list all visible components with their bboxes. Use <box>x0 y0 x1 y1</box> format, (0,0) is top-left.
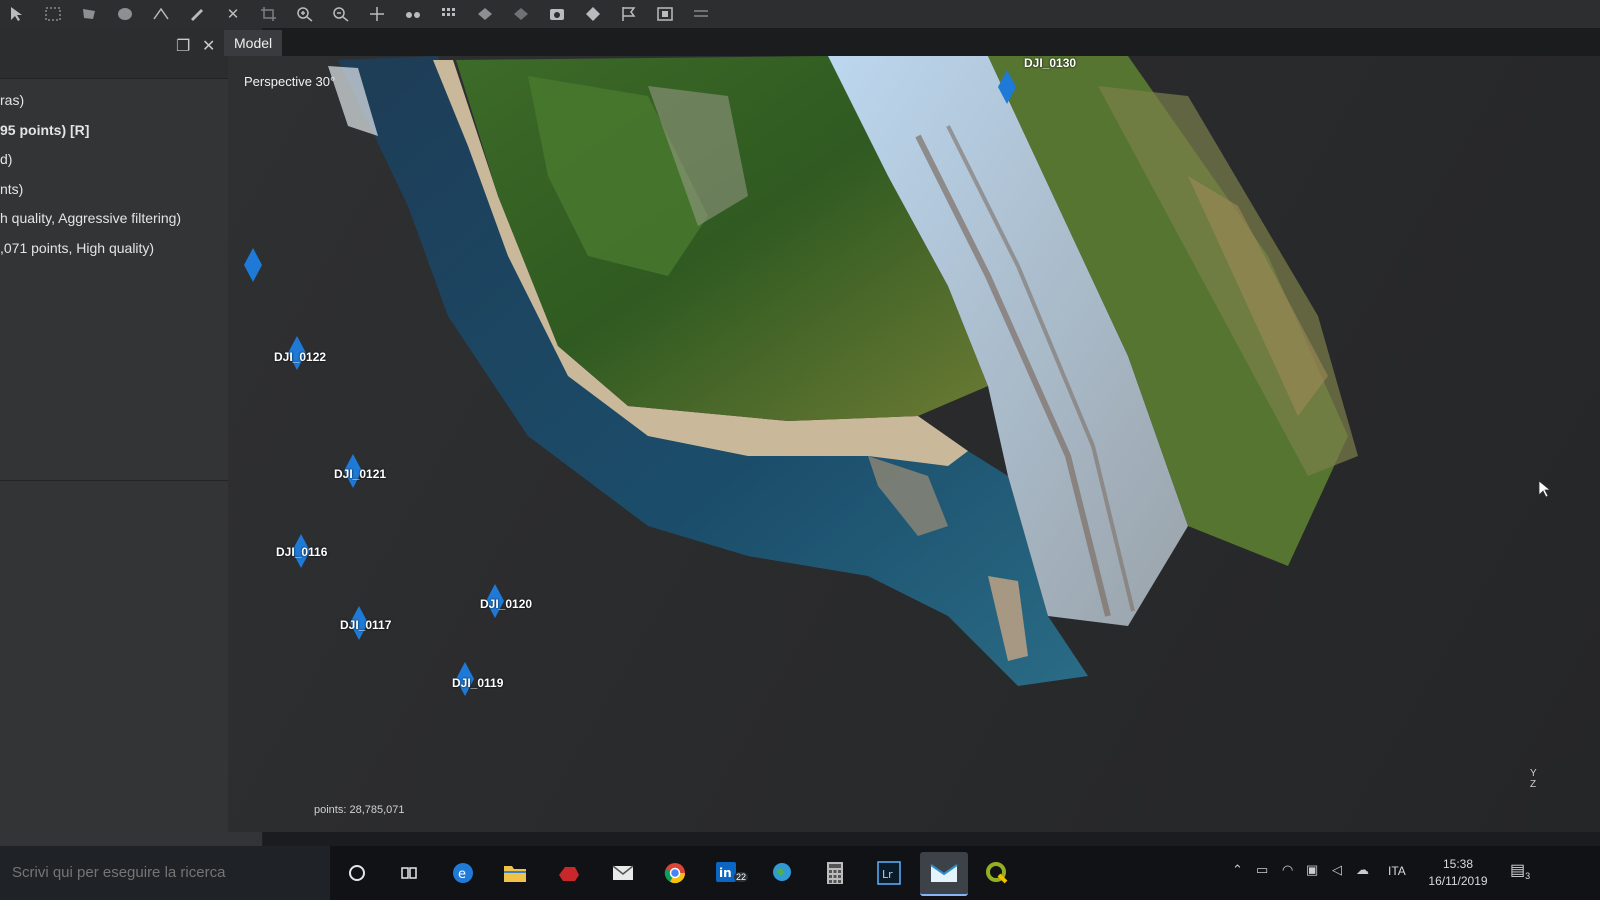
tree-item-tie-points[interactable]: 95 points) [R] <box>0 116 262 146</box>
task-view-icon[interactable] <box>394 858 424 888</box>
tree-item-dense-cloud[interactable]: ,071 points, High quality) <box>0 234 262 264</box>
zoom-out-icon[interactable] <box>330 5 352 23</box>
dense-point-cloud <box>328 56 1358 686</box>
clock-time: 15:38 <box>1442 857 1474 871</box>
onedrive-icon[interactable]: ☁ <box>1356 862 1369 878</box>
model-shape-icon[interactable] <box>510 5 532 23</box>
tree-item-cameras[interactable]: ras) <box>0 86 262 116</box>
lasso-select-icon[interactable] <box>78 5 100 23</box>
shape-icon[interactable] <box>474 5 496 23</box>
main-toolbar: ✕ <box>0 0 1600 28</box>
notification-count: 3 <box>1525 871 1531 882</box>
points-icon[interactable] <box>402 5 424 23</box>
camera-label-dji-0130[interactable]: DJI_0130 <box>1024 56 1076 70</box>
crop-icon[interactable] <box>258 5 280 23</box>
globe-app-icon[interactable] <box>768 858 798 888</box>
camera-label-dji-0117[interactable]: DJI_0117 <box>340 618 391 632</box>
taskbar-clock[interactable]: 15:38 16/11/2019 <box>1418 856 1498 890</box>
svg-text:e: e <box>458 867 466 882</box>
taskbar-search-input[interactable] <box>0 846 330 900</box>
grid-icon[interactable] <box>438 5 460 23</box>
circle-select-icon[interactable] <box>114 5 136 23</box>
chevron-up-icon[interactable]: ⌃ <box>1232 862 1243 878</box>
battery-icon[interactable]: ▭ <box>1256 862 1268 878</box>
marker-icon[interactable] <box>582 5 604 23</box>
linkedin-icon[interactable]: in 22 <box>714 858 749 888</box>
camera-label-dji-0120[interactable]: DJI_0120 <box>480 597 532 611</box>
tree-item-depth-maps[interactable]: h quality, Aggressive filtering) <box>0 204 262 234</box>
svg-text:in: in <box>719 866 732 880</box>
panel-divider <box>0 480 262 481</box>
camera-marker-dji-0130[interactable] <box>998 70 1016 104</box>
mouse-cursor-icon <box>1538 480 1552 498</box>
language-indicator[interactable]: ITA <box>1388 864 1406 878</box>
delete-icon[interactable]: ✕ <box>222 5 244 23</box>
tab-model[interactable]: Model <box>224 30 283 56</box>
windows-taskbar: e in22 Lr ⌃ ▭ ◠ ▣ ◁ ☁ ITA 15:38 16/11/20… <box>0 846 1600 900</box>
pencil-icon[interactable] <box>186 5 208 23</box>
workspace-panel: ❐ ✕ ras) 95 points) [R] d) nts) h qualit… <box>0 28 263 846</box>
wifi-icon[interactable]: ◠ <box>1282 862 1293 878</box>
close-icon[interactable]: ✕ <box>202 36 215 56</box>
file-explorer-icon[interactable] <box>500 858 530 888</box>
flag-icon[interactable] <box>618 5 640 23</box>
ruler-icon[interactable] <box>150 5 172 23</box>
camera-marker-unlabeled[interactable] <box>244 248 262 282</box>
view-mode-label: Perspective 30° <box>244 74 336 89</box>
app-red-icon[interactable] <box>554 858 584 888</box>
calculator-icon[interactable] <box>820 858 850 888</box>
zoom-in-icon[interactable] <box>294 5 316 23</box>
photo-icon[interactable] <box>654 5 676 23</box>
volume-icon[interactable]: ◁ <box>1332 862 1342 878</box>
camera-label-dji-0116[interactable]: DJI_0116 <box>276 545 327 559</box>
pointer-icon[interactable] <box>6 5 28 23</box>
camera-label-dji-0121[interactable]: DJI_0121 <box>334 467 386 481</box>
linkedin-badge: 22 <box>734 872 749 882</box>
chrome-icon[interactable] <box>660 858 690 888</box>
edge-icon[interactable]: e <box>448 858 478 888</box>
workspace-tree: ras) 95 points) [R] d) nts) h quality, A… <box>0 86 262 263</box>
workspace-panel-header: ❐ ✕ <box>0 28 262 79</box>
camera-label-dji-0122[interactable]: DJI_0122 <box>274 350 326 364</box>
restore-window-icon[interactable]: ❐ <box>176 36 190 56</box>
svg-text:Lr: Lr <box>882 868 893 881</box>
qgis-icon[interactable] <box>982 858 1012 888</box>
cortana-icon[interactable] <box>342 858 372 888</box>
clock-date: 16/11/2019 <box>1428 874 1488 888</box>
tree-item-4[interactable]: nts) <box>0 175 262 205</box>
navigate-icon[interactable] <box>366 5 388 23</box>
model-viewport[interactable]: Perspective 30° DJI_0130 DJI_0122 DJI_01… <box>228 56 1600 832</box>
points-count: points: 28,785,071 <box>314 804 405 816</box>
lightroom-icon[interactable]: Lr <box>874 858 904 888</box>
axis-z-label: Z <box>1530 779 1537 790</box>
metashape-active-icon[interactable] <box>920 852 968 896</box>
axis-gizmo: Y Z <box>1530 768 1537 790</box>
mail-icon[interactable] <box>608 858 638 888</box>
menu-icon[interactable] <box>690 5 712 23</box>
camera-icon[interactable] <box>546 5 568 23</box>
rect-select-icon[interactable] <box>42 5 64 23</box>
axis-y-label: Y <box>1530 768 1537 779</box>
camera-label-dji-0119[interactable]: DJI_0119 <box>452 676 503 690</box>
notification-center-icon[interactable]: ▤3 <box>1510 860 1530 881</box>
tree-item-3[interactable]: d) <box>0 145 262 175</box>
display-icon[interactable]: ▣ <box>1306 862 1318 878</box>
